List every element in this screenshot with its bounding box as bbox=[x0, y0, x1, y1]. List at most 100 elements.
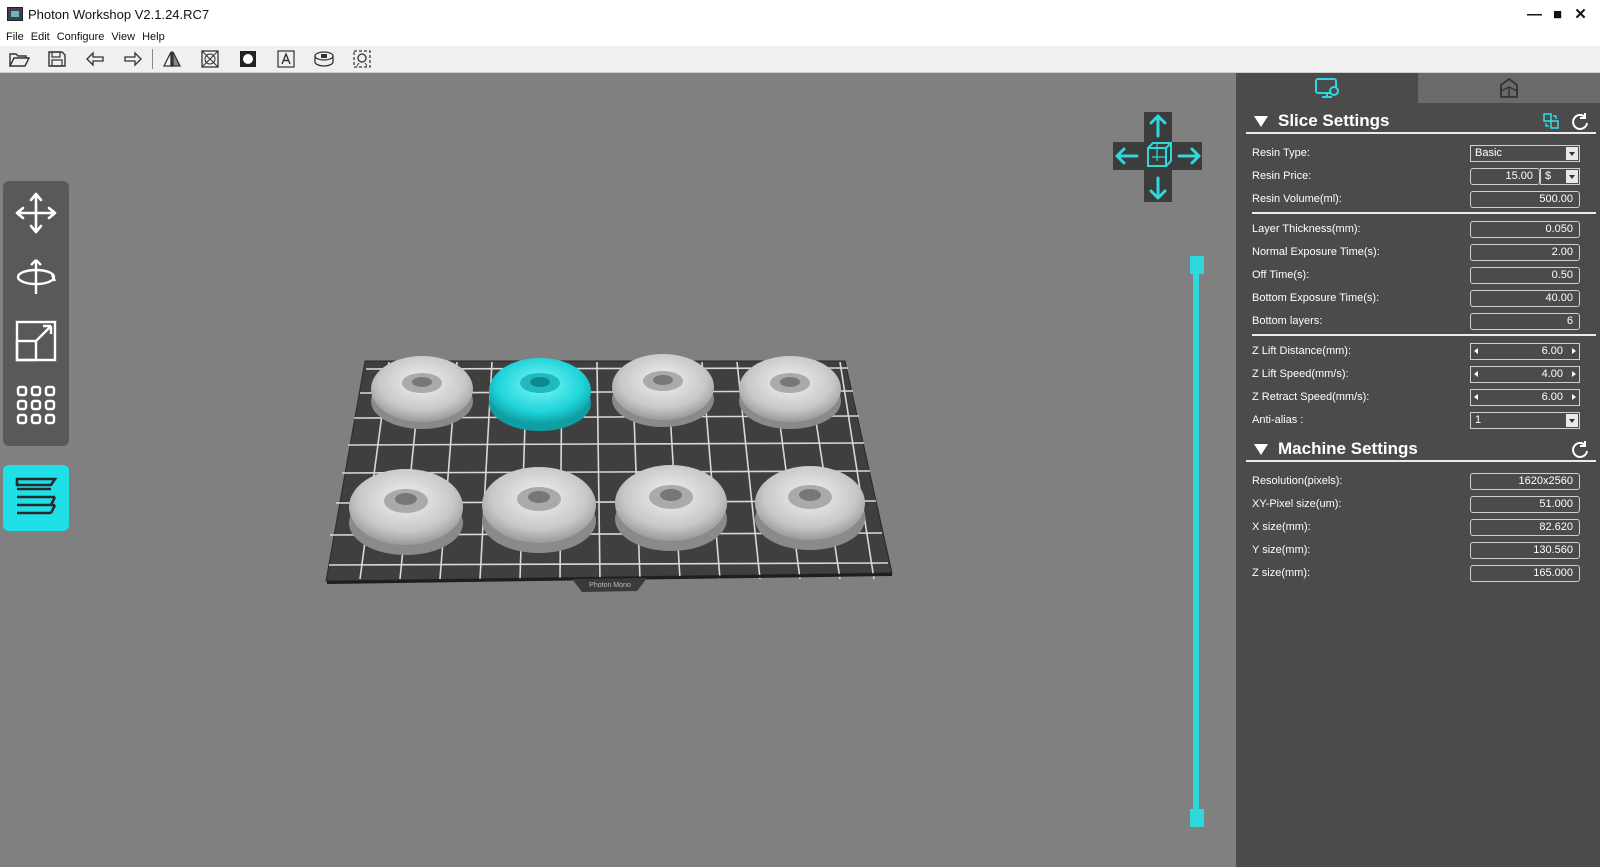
xy-pixel-input[interactable]: 51.000 bbox=[1470, 496, 1580, 513]
resin-type-select[interactable]: Basic bbox=[1470, 145, 1580, 162]
currency-select[interactable]: $ bbox=[1540, 168, 1580, 185]
dropdown-arrow-icon[interactable] bbox=[1566, 147, 1578, 160]
decrement-arrow-icon[interactable] bbox=[1474, 348, 1478, 354]
collapse-triangle-icon[interactable] bbox=[1254, 443, 1268, 455]
open-icon[interactable] bbox=[6, 48, 32, 70]
off-time-input[interactable]: 0.50 bbox=[1470, 267, 1580, 284]
anti-alias-select[interactable]: 1 bbox=[1470, 412, 1580, 429]
mask-icon[interactable] bbox=[235, 48, 261, 70]
move-icon[interactable] bbox=[12, 189, 60, 237]
toolbar bbox=[0, 46, 1600, 73]
menu-view[interactable]: View bbox=[111, 31, 135, 43]
model-2-selected[interactable] bbox=[489, 358, 591, 431]
layer-thickness-input[interactable]: 0.050 bbox=[1470, 221, 1580, 238]
dropdown-arrow-icon[interactable] bbox=[1566, 170, 1578, 183]
minimize-icon[interactable]: — bbox=[1523, 6, 1546, 23]
slice-button[interactable] bbox=[3, 465, 69, 531]
dropdown-arrow-icon[interactable] bbox=[1566, 414, 1578, 427]
menu-edit[interactable]: Edit bbox=[31, 31, 50, 43]
scene-canvas[interactable]: Photon Mono bbox=[2, 73, 1236, 867]
menu-file[interactable]: File bbox=[6, 31, 24, 43]
layer-thickness-label: Layer Thickness(mm): bbox=[1252, 223, 1361, 235]
arrange-icon[interactable] bbox=[12, 381, 60, 429]
3d-viewport[interactable]: Photon Mono bbox=[2, 73, 1236, 867]
x-size-row: X size(mm): 82.620 bbox=[1252, 517, 1596, 537]
xy-pixel-label: XY-Pixel size(um): bbox=[1252, 498, 1342, 510]
machine-settings-header[interactable]: Machine Settings bbox=[1246, 438, 1596, 462]
decrement-arrow-icon[interactable] bbox=[1474, 394, 1478, 400]
z-size-input[interactable]: 165.000 bbox=[1470, 565, 1580, 582]
resin-price-row: Resin Price: 15.00 $ bbox=[1252, 166, 1596, 186]
z-lift-speed-spinbox[interactable]: 4.00 bbox=[1470, 366, 1580, 383]
z-retract-speed-label: Z Retract Speed(mm/s): bbox=[1252, 391, 1370, 403]
bottom-layers-label: Bottom layers: bbox=[1252, 315, 1323, 327]
decrement-arrow-icon[interactable] bbox=[1474, 371, 1478, 377]
base-icon[interactable] bbox=[311, 48, 337, 70]
z-lift-speed-label: Z Lift Speed(mm/s): bbox=[1252, 368, 1349, 380]
model-5[interactable] bbox=[349, 469, 463, 555]
z-retract-speed-spinbox[interactable]: 6.00 bbox=[1470, 389, 1580, 406]
resolution-label: Resolution(pixels): bbox=[1252, 475, 1343, 487]
bottom-exposure-input[interactable]: 40.00 bbox=[1470, 290, 1580, 307]
maximize-icon[interactable]: ■ bbox=[1546, 6, 1569, 23]
window-controls: — ■ ✕ bbox=[1523, 0, 1592, 28]
z-lift-distance-spinbox[interactable]: 6.00 bbox=[1470, 343, 1580, 360]
resolution-input[interactable]: 1620x2560 bbox=[1470, 473, 1580, 490]
menu-help[interactable]: Help bbox=[142, 31, 165, 43]
model-8[interactable] bbox=[755, 466, 865, 550]
model-1[interactable] bbox=[371, 356, 473, 429]
increment-arrow-icon[interactable] bbox=[1572, 348, 1576, 354]
reset-icon[interactable] bbox=[1570, 440, 1590, 465]
divider bbox=[1252, 212, 1596, 214]
x-size-label: X size(mm): bbox=[1252, 521, 1311, 533]
model-7[interactable] bbox=[615, 465, 727, 551]
hollow-icon[interactable] bbox=[197, 48, 223, 70]
tab-machine[interactable] bbox=[1418, 73, 1600, 103]
normal-exposure-input[interactable]: 2.00 bbox=[1470, 244, 1580, 261]
reset-icon[interactable] bbox=[1570, 112, 1590, 137]
support-icon[interactable] bbox=[349, 48, 375, 70]
text-icon[interactable] bbox=[273, 48, 299, 70]
rotate-icon[interactable] bbox=[12, 253, 60, 301]
save-icon[interactable] bbox=[44, 48, 70, 70]
resin-price-input[interactable]: 15.00 bbox=[1470, 168, 1540, 185]
resize-icon[interactable] bbox=[1542, 112, 1560, 135]
y-size-label: Y size(mm): bbox=[1252, 544, 1311, 556]
menu-bar: File Edit Configure View Help bbox=[0, 28, 1600, 46]
layer-slider-bottom-handle[interactable] bbox=[1190, 809, 1204, 827]
redo-icon[interactable] bbox=[120, 48, 146, 70]
model-3[interactable] bbox=[612, 354, 714, 427]
machine-settings-title: Machine Settings bbox=[1278, 439, 1418, 458]
increment-arrow-icon[interactable] bbox=[1572, 371, 1576, 377]
z-size-label: Z size(mm): bbox=[1252, 567, 1311, 579]
z-retract-speed-value: 6.00 bbox=[1541, 391, 1563, 403]
resin-price-label: Resin Price: bbox=[1252, 170, 1312, 182]
model-6[interactable] bbox=[482, 467, 596, 553]
scale-icon[interactable] bbox=[12, 317, 60, 365]
menu-configure[interactable]: Configure bbox=[57, 31, 105, 43]
increment-arrow-icon[interactable] bbox=[1572, 394, 1576, 400]
layer-slider-top-handle[interactable] bbox=[1190, 256, 1204, 274]
z-lift-distance-label: Z Lift Distance(mm): bbox=[1252, 345, 1352, 357]
close-icon[interactable]: ✕ bbox=[1569, 5, 1592, 23]
app-window: Photon Workshop V2.1.24.RC7 — ■ ✕ File E… bbox=[0, 0, 1600, 867]
z-lift-speed-row: Z Lift Speed(mm/s): 4.00 bbox=[1252, 364, 1596, 384]
collapse-triangle-icon[interactable] bbox=[1254, 115, 1268, 127]
layer-slider[interactable] bbox=[1190, 256, 1204, 831]
resolution-row: Resolution(pixels): 1620x2560 bbox=[1252, 471, 1596, 491]
z-lift-speed-value: 4.00 bbox=[1541, 368, 1563, 380]
y-size-input[interactable]: 130.560 bbox=[1470, 542, 1580, 559]
model-4[interactable] bbox=[739, 356, 841, 429]
resin-type-row: Resin Type: Basic bbox=[1252, 143, 1596, 163]
tab-slice-settings[interactable] bbox=[1236, 73, 1418, 103]
mirror-icon[interactable] bbox=[159, 48, 185, 70]
x-size-input[interactable]: 82.620 bbox=[1470, 519, 1580, 536]
slice-layers-icon bbox=[15, 477, 58, 515]
view-navigation-cube[interactable] bbox=[1111, 110, 1205, 204]
undo-icon[interactable] bbox=[82, 48, 108, 70]
bottom-layers-input[interactable]: 6 bbox=[1470, 313, 1580, 330]
bottom-exposure-row: Bottom Exposure Time(s): 40.00 bbox=[1252, 288, 1596, 308]
slice-settings-header[interactable]: Slice Settings bbox=[1246, 110, 1596, 134]
resin-volume-input[interactable]: 500.00 bbox=[1470, 191, 1580, 208]
transform-toolbar bbox=[3, 181, 69, 446]
